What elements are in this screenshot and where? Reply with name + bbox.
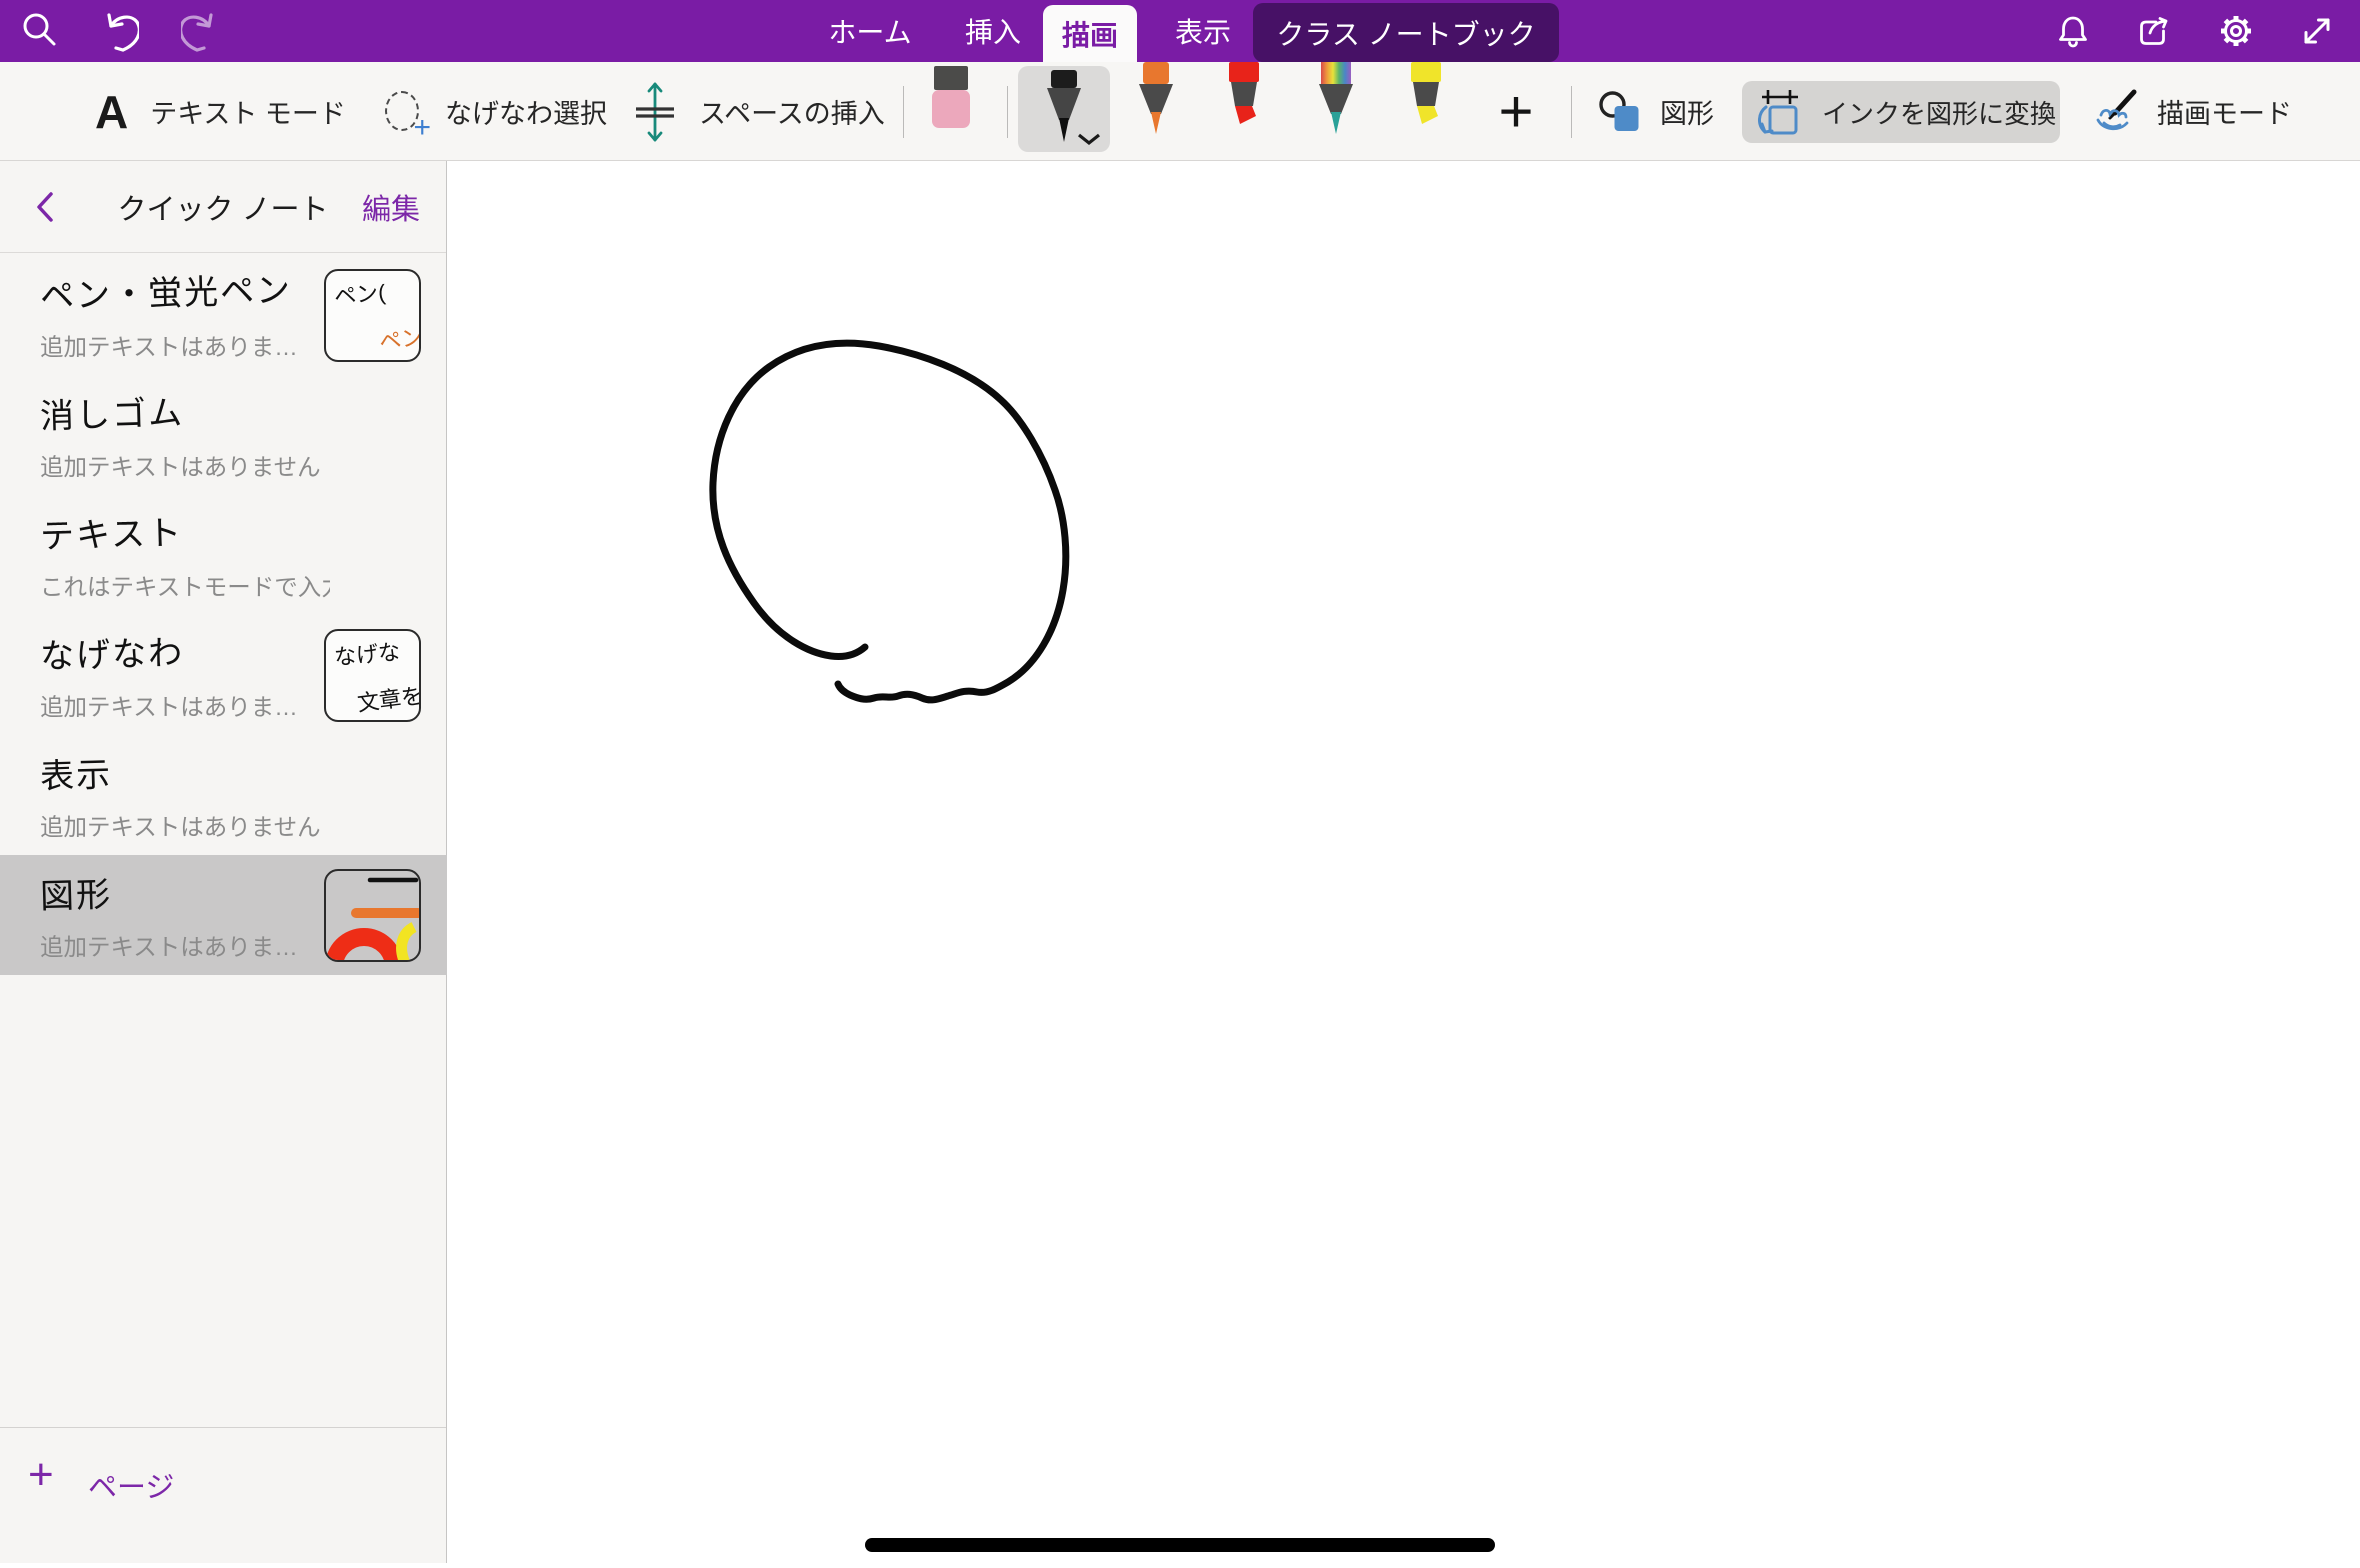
- page-subtitle: これはテキストモードで入力し…: [40, 568, 330, 602]
- lasso-label: なげなわ選択: [445, 92, 607, 131]
- add-page-label: ページ: [88, 1464, 174, 1506]
- shapes-label: 図形: [1660, 92, 1714, 131]
- page-title: テキスト: [39, 499, 423, 558]
- fullscreen-button[interactable]: [2297, 11, 2337, 51]
- page-subtitle: 追加テキストはありま…: [40, 928, 330, 962]
- page-subtitle: 追加テキストはありま…: [40, 688, 330, 722]
- notifications-bell-icon: [2054, 12, 2092, 50]
- tab-class-notebook[interactable]: クラス ノートブック: [1253, 3, 1559, 62]
- add-pen-button[interactable]: +: [1486, 62, 1546, 161]
- add-page-button[interactable]: + ページ: [0, 1428, 446, 1563]
- settings-button[interactable]: [2216, 11, 2256, 51]
- convert-ink-icon: [1754, 83, 1808, 141]
- convert-ink-to-shape-button[interactable]: インクを図形に変換: [1742, 81, 2060, 143]
- red-highlighter-tool[interactable]: [1222, 62, 1266, 136]
- page-thumbnail: なげな 文章を: [324, 629, 421, 722]
- page-subtitle: 追加テキストはありません: [40, 448, 330, 482]
- tab-home[interactable]: ホーム: [818, 0, 922, 62]
- page-title: 消しゴム: [39, 379, 423, 438]
- page-row-eraser[interactable]: 消しゴム 追加テキストはありません: [0, 375, 447, 495]
- eraser-tool[interactable]: [929, 66, 973, 130]
- page-list-footer: + ページ: [0, 1427, 446, 1563]
- page-row-lasso[interactable]: なげなわ 追加テキストはありま… なげな 文章を: [0, 615, 447, 735]
- toolbar-divider: [1007, 86, 1008, 138]
- undo-button[interactable]: [99, 11, 139, 51]
- toolbar-divider: [1571, 86, 1572, 138]
- search-button[interactable]: [20, 11, 60, 51]
- page-row-pen-highlighter[interactable]: ペン・蛍光ペン 追加テキストはありま… ペン( ペン: [0, 255, 447, 375]
- search-icon: [20, 11, 60, 51]
- yellow-highlighter-tool[interactable]: [1404, 62, 1448, 136]
- lasso-icon: +: [383, 89, 423, 135]
- lasso-select-button[interactable]: + なげなわ選択: [383, 62, 607, 161]
- share-button[interactable]: [2133, 11, 2173, 51]
- share-icon: [2134, 12, 2172, 50]
- orange-pen-tool[interactable]: [1134, 62, 1178, 138]
- tab-view[interactable]: 表示: [1158, 0, 1248, 62]
- ink-stroke-circle[interactable]: [713, 343, 1066, 700]
- page-thumbnail: ペン( ペン: [324, 269, 421, 362]
- text-mode-a-icon: A: [95, 85, 128, 139]
- page-row-view[interactable]: 表示 追加テキストはありません: [0, 735, 447, 855]
- redo-icon: [181, 10, 221, 52]
- edit-button[interactable]: 編集: [362, 161, 420, 253]
- insert-space-icon: [633, 78, 677, 146]
- fullscreen-expand-icon: [2298, 12, 2336, 50]
- home-indicator[interactable]: [865, 1538, 1495, 1552]
- settings-gear-icon: [2217, 12, 2255, 50]
- notifications-button[interactable]: [2053, 11, 2093, 51]
- insert-space-button[interactable]: スペースの挿入: [633, 62, 885, 161]
- text-mode-button[interactable]: A テキスト モード: [95, 62, 346, 161]
- shapes-button[interactable]: 図形: [1598, 62, 1714, 161]
- rainbow-pen-tool[interactable]: [1314, 62, 1358, 138]
- shapes-icon: [1598, 90, 1644, 134]
- title-bar: ホーム 挿入 描画 表示 クラス ノートブック: [0, 0, 2360, 62]
- redo-button[interactable]: [181, 11, 221, 51]
- page-row-text[interactable]: テキスト これはテキストモードで入力し…: [0, 495, 447, 615]
- page-subtitle: 追加テキストはありま…: [40, 328, 330, 362]
- plus-icon: +: [28, 1450, 54, 1500]
- draw-mode-button[interactable]: 描画モード: [2091, 62, 2292, 161]
- draw-mode-hand-pen-icon: [2091, 87, 2141, 137]
- draw-mode-label: 描画モード: [2157, 92, 2292, 131]
- tab-draw[interactable]: 描画: [1043, 5, 1137, 62]
- insert-space-label: スペースの挿入: [699, 92, 885, 131]
- text-mode-label: テキスト モード: [150, 92, 346, 131]
- tab-insert[interactable]: 挿入: [948, 0, 1038, 62]
- page-row-shapes-selected[interactable]: 図形 追加テキストはありま…: [0, 855, 447, 975]
- ink-layer: [447, 161, 2360, 1563]
- page-subtitle: 追加テキストはありません: [40, 808, 330, 842]
- page-title: 表示: [39, 739, 423, 798]
- undo-icon: [99, 10, 139, 52]
- chevron-down-icon[interactable]: [1076, 132, 1102, 146]
- black-pen-selected[interactable]: [1018, 66, 1110, 152]
- page-list-header: クイック ノート 編集: [0, 161, 446, 253]
- shapes-drawing-preview: [326, 871, 419, 960]
- convert-ink-label: インクを図形に変換: [1822, 94, 2056, 131]
- toolbar-divider: [903, 86, 904, 138]
- note-canvas[interactable]: [447, 161, 2360, 1563]
- page-thumbnail-shapes: [324, 869, 421, 962]
- page-list-panel: クイック ノート 編集 ペン・蛍光ペン 追加テキストはありま… ペン( ペン 消…: [0, 161, 447, 1563]
- draw-ribbon: A テキスト モード + なげなわ選択 スペースの挿入: [0, 62, 2360, 161]
